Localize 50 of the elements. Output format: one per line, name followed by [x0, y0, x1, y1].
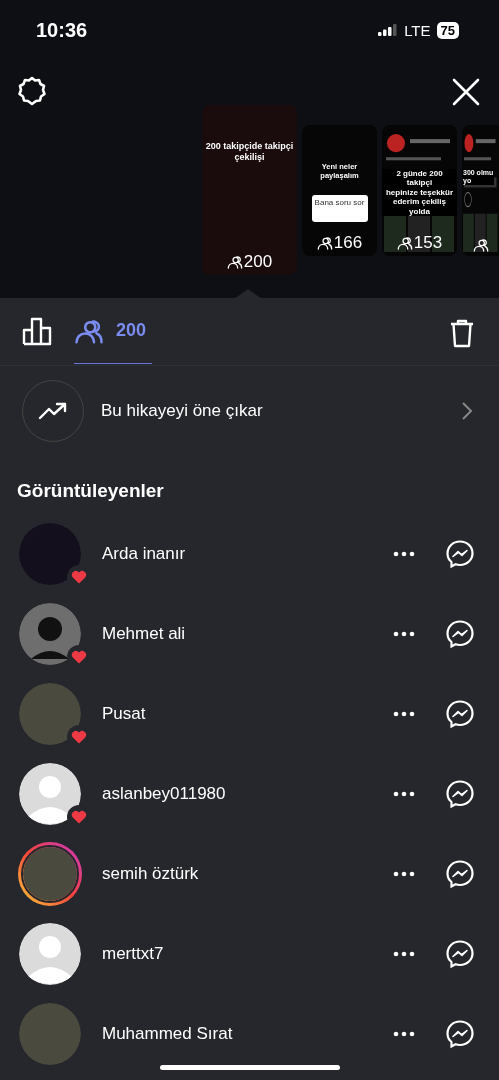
- viewers-tab[interactable]: 200: [74, 298, 152, 364]
- viewers-icon: [396, 234, 413, 251]
- avatar[interactable]: [19, 763, 81, 825]
- messenger-icon[interactable]: [445, 859, 475, 889]
- viewer-name[interactable]: Mehmet ali: [102, 624, 393, 644]
- view-count: 200: [243, 252, 273, 272]
- question-sticker: Bana soru sor: [311, 194, 368, 222]
- viewer-name[interactable]: semih öztürk: [102, 864, 393, 884]
- viewer-name[interactable]: Arda inanır: [102, 544, 393, 564]
- viewer-name[interactable]: Muhammed Sırat: [102, 1024, 393, 1044]
- view-count: 153: [413, 232, 443, 253]
- photo-placeholder: [21, 845, 79, 903]
- viewers-icon: [316, 234, 333, 251]
- photo-placeholder[interactable]: [19, 683, 81, 745]
- more-icon[interactable]: [393, 871, 415, 877]
- story-thumbnail[interactable]: 200 takipçide takipçi çekilişi 200: [202, 105, 297, 275]
- viewer-name[interactable]: merttxt7: [102, 944, 393, 964]
- chevron-right-icon: [461, 401, 473, 421]
- viewers-icon: [226, 254, 243, 270]
- messenger-icon[interactable]: [445, 779, 475, 809]
- network-label: LTE: [404, 21, 431, 39]
- messenger-icon[interactable]: [445, 699, 475, 729]
- messenger-icon[interactable]: [445, 539, 475, 569]
- view-count: 166: [333, 232, 363, 253]
- trash-icon[interactable]: [449, 318, 475, 348]
- promote-row[interactable]: Bu hikayeyi öne çıkar: [0, 366, 499, 456]
- signal-icon: [378, 24, 399, 36]
- more-icon[interactable]: [393, 791, 415, 797]
- close-icon[interactable]: [452, 78, 480, 106]
- story-thumbnail[interactable]: 2 günde 200 takipçi hepinize teşekkür ederim çekiliş yolda 153: [382, 124, 457, 256]
- battery-level: 75: [436, 21, 459, 39]
- more-icon[interactable]: [393, 711, 415, 717]
- status-time: 10:36: [36, 18, 88, 42]
- more-icon[interactable]: [393, 551, 415, 557]
- section-heading: Görüntüleyenler: [16, 479, 165, 503]
- more-icon[interactable]: [393, 1031, 415, 1037]
- viewers-icon: [472, 236, 489, 253]
- viewer-name[interactable]: aslanbey011980: [102, 784, 393, 804]
- avatar[interactable]: [19, 923, 81, 985]
- messenger-icon[interactable]: [445, 939, 475, 969]
- messenger-icon[interactable]: [445, 619, 475, 649]
- story-caption: 200 takipçide takipçi çekilişi: [204, 141, 295, 163]
- selection-pointer: [234, 289, 262, 299]
- messenger-icon[interactable]: [445, 1019, 475, 1049]
- viewer-name[interactable]: Pusat: [102, 704, 393, 724]
- story-caption: 2 günde 200 takipçi hepinize teşekkür ederim çekiliş yolda: [382, 168, 457, 217]
- more-icon[interactable]: [393, 631, 415, 637]
- settings-icon[interactable]: [16, 75, 48, 107]
- more-icon[interactable]: [393, 951, 415, 957]
- promote-label: Bu hikayeyi öne çıkar: [101, 401, 264, 421]
